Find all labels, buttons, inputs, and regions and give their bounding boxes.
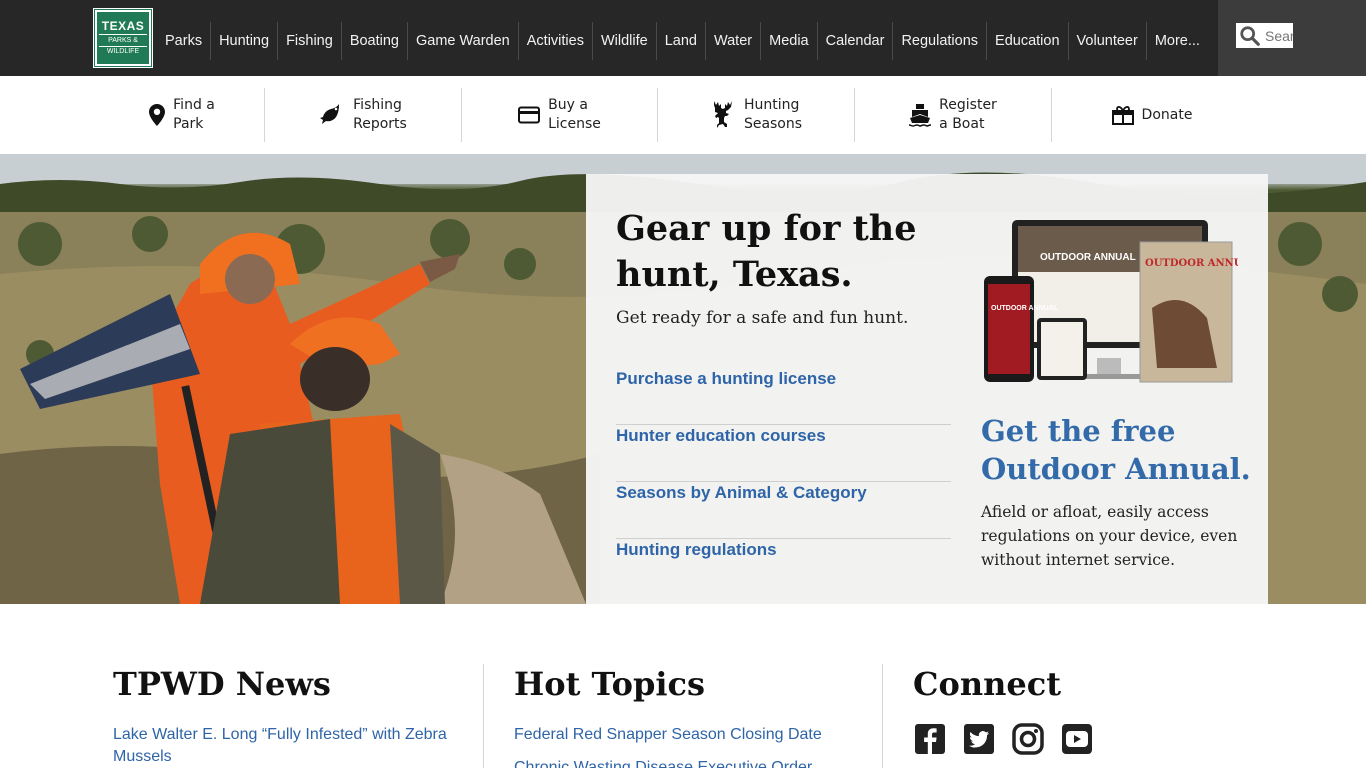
monitor-label: OUTDOOR ANNUAL: [1040, 252, 1136, 263]
magazine-label: OUTDOOR ANNUAL: [1145, 258, 1238, 269]
hero-banner: Gear up for the hunt, Texas. Get ready f…: [0, 154, 1366, 604]
quick-link-label: Find a Park: [173, 96, 215, 134]
quick-link-line1: Fishing: [353, 97, 402, 113]
quick-link-fishing-reports[interactable]: Fishing Reports: [265, 88, 461, 142]
deer-icon: [710, 99, 736, 131]
link-text: Seasons by Animal & Category: [616, 483, 867, 502]
nav-item-more[interactable]: More...: [1145, 22, 1208, 60]
quick-link-line2: Park: [173, 116, 204, 132]
nav-item-parks[interactable]: Parks: [157, 22, 210, 60]
hero-subtitle: Get ready for a safe and fun hunt.: [616, 308, 909, 328]
purchase-hunting-license-link[interactable]: Purchase a hunting license: [616, 368, 951, 425]
quick-link-label: Buy a License: [548, 96, 601, 134]
link-text: Hunting regulations: [616, 540, 777, 559]
logo-text-line2: PARKS &: [99, 36, 147, 47]
logo-text-line3: WILDLIFE: [106, 47, 140, 55]
hunting-regulations-link[interactable]: Hunting regulations: [616, 539, 951, 596]
topic-item[interactable]: Federal Red Snapper Season Closing Date: [514, 724, 854, 746]
hunting-promo-card: Gear up for the hunt, Texas. Get ready f…: [586, 174, 1268, 604]
nav-item-calendar[interactable]: Calendar: [816, 22, 893, 60]
nav-item-boating[interactable]: Boating: [340, 22, 407, 60]
search-input[interactable]: [1265, 27, 1293, 44]
link-text: Hunter education courses: [616, 426, 826, 445]
outdoor-annual-promo-desc: Afield or afloat, easily access regulati…: [981, 503, 1238, 569]
nav-item-hunting[interactable]: Hunting: [210, 22, 277, 60]
quick-link-line1: Register: [939, 97, 997, 113]
search-area: [1218, 0, 1366, 76]
quick-link-label: Register a Boat: [939, 96, 997, 134]
quick-link-label: Hunting Seasons: [744, 96, 802, 134]
section-title-topics: Hot Topics: [514, 665, 706, 703]
hot-topics-section: Hot Topics Federal Red Snapper Season Cl…: [514, 664, 854, 768]
quick-link-label: Donate: [1141, 106, 1193, 123]
quick-link-line2: Seasons: [743, 116, 803, 132]
logo-text-line1: TEXAS: [99, 20, 147, 35]
topic-item[interactable]: Chronic Wasting Disease Executive Order: [514, 757, 854, 768]
quick-link-line2: a Boat: [939, 116, 985, 132]
youtube-icon[interactable]: [1060, 722, 1094, 756]
search-icon[interactable]: [1239, 25, 1261, 47]
instagram-icon[interactable]: [1011, 722, 1045, 756]
logo-badge: TEXAS PARKS & WILDLIFE: [94, 9, 152, 67]
tpwd-news-section: TPWD News Lake Walter E. Long “Fully Inf…: [113, 664, 458, 768]
column-divider: [483, 664, 484, 768]
nav-item-activities[interactable]: Activities: [517, 22, 592, 60]
nav-item-education[interactable]: Education: [986, 22, 1068, 60]
map-pin-icon: [149, 104, 166, 126]
phone-label: OUTDOOR ANNUAL: [991, 305, 1059, 312]
seasons-by-animal-link[interactable]: Seasons by Animal & Category: [616, 482, 951, 539]
facebook-icon[interactable]: [913, 722, 947, 756]
fish-icon: [319, 102, 345, 128]
quick-link-register-boat[interactable]: Register a Boat: [855, 88, 1051, 142]
quick-link-line1: Buy a: [548, 97, 588, 113]
column-divider: [882, 664, 883, 768]
nav-item-land[interactable]: Land: [655, 22, 705, 60]
quick-link-line2: License: [548, 116, 601, 132]
nav-item-regulations[interactable]: Regulations: [892, 22, 986, 60]
link-text: Purchase a hunting license: [616, 369, 837, 388]
connect-section: Connect: [913, 664, 1213, 756]
search-field[interactable]: [1236, 23, 1293, 48]
nav-item-water[interactable]: Water: [704, 22, 760, 60]
gift-icon: [1111, 105, 1134, 125]
nav-item-media[interactable]: Media: [760, 22, 817, 60]
main-menu: Parks Hunting Fishing Boating Game Warde…: [157, 22, 1208, 60]
news-item[interactable]: Lake Walter E. Long “Fully Infested” wit…: [113, 724, 458, 768]
nav-item-wildlife[interactable]: Wildlife: [591, 22, 656, 60]
top-navigation: TEXAS PARKS & WILDLIFE Parks Hunting Fis…: [0, 0, 1366, 76]
boat-icon: [909, 103, 932, 127]
quick-link-find-park[interactable]: Find a Park: [100, 88, 264, 142]
nav-item-volunteer[interactable]: Volunteer: [1067, 22, 1146, 60]
outdoor-annual-devices-image[interactable]: OUTDOOR ANNUAL OUTDOOR ANNUAL OUTDOOR AN…: [982, 218, 1238, 386]
tpwd-logo[interactable]: TEXAS PARKS & WILDLIFE: [93, 8, 153, 68]
outdoor-annual-promo-title[interactable]: Get the free Outdoor Annual.: [981, 412, 1251, 488]
section-title-news: TPWD News: [113, 665, 331, 703]
quick-link-line2: Reports: [353, 116, 407, 132]
twitter-icon[interactable]: [962, 722, 996, 756]
quick-link-buy-license[interactable]: Buy a License: [462, 88, 657, 142]
hero-title: Gear up for the hunt, Texas.: [616, 208, 917, 295]
quick-link-line1: Hunting: [743, 97, 800, 113]
hunter-education-link[interactable]: Hunter education courses: [616, 425, 951, 482]
quick-link-line1: Find a: [173, 97, 215, 113]
credit-card-icon: [518, 106, 541, 124]
nav-item-fishing[interactable]: Fishing: [277, 22, 341, 60]
quick-link-donate[interactable]: Donate: [1052, 88, 1252, 142]
quick-link-hunting-seasons[interactable]: Hunting Seasons: [658, 88, 854, 142]
quick-link-label: Fishing Reports: [353, 96, 407, 134]
social-links: [913, 722, 1213, 756]
hero-link-list: Purchase a hunting license Hunter educat…: [616, 368, 951, 596]
quick-links-bar: Find a Park Fishing Reports Buy a License H…: [0, 76, 1366, 154]
nav-item-game-warden[interactable]: Game Warden: [407, 22, 518, 60]
section-title-connect: Connect: [913, 665, 1061, 703]
